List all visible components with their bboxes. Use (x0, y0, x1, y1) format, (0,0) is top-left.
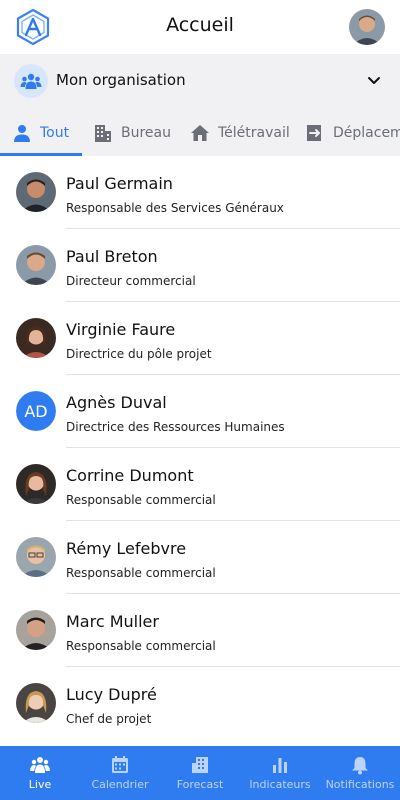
page-title: Accueil (166, 14, 234, 36)
person-role: Chef de projet (66, 712, 152, 726)
nav-item-calendrier[interactable]: Calendrier (80, 746, 160, 800)
person-icon (14, 125, 30, 142)
tab-label: Tout (40, 125, 70, 141)
bar-chart-icon (273, 758, 287, 773)
nav-item-forecast[interactable]: Forecast (160, 746, 240, 800)
nav-label: Forecast (176, 778, 224, 791)
person-name: Agnès Duval (66, 393, 167, 412)
forecast-icon (192, 757, 208, 773)
organisation-icon (14, 64, 48, 98)
nav-item-notifications[interactable]: Notifications (320, 746, 400, 800)
avatar (16, 464, 56, 504)
person-name: Virginie Faure (66, 320, 176, 339)
person-role: Responsable commercial (66, 566, 216, 580)
avatar (16, 537, 56, 577)
person-role: Directrice des Ressources Humaines (66, 420, 285, 434)
calendar-icon (112, 756, 128, 773)
person-name: Rémy Lefebvre (66, 539, 187, 558)
people-icon (30, 757, 50, 773)
user-avatar[interactable] (349, 9, 385, 45)
top-bar: Accueil (0, 0, 400, 54)
list-item[interactable]: Marc Muller Responsable commercial (0, 594, 400, 667)
person-name: Paul Germain (66, 174, 173, 193)
bell-icon (352, 757, 368, 775)
person-role: Responsable des Services Généraux (66, 201, 284, 215)
person-name: Paul Breton (66, 247, 158, 266)
person-role: Responsable commercial (66, 493, 216, 507)
tab-bureau[interactable]: Bureau (93, 110, 171, 156)
tab-label: Déplacement (333, 125, 400, 141)
list-item[interactable]: Paul Germain Responsable des Services Gé… (0, 156, 400, 229)
chevron-down-icon[interactable] (366, 72, 382, 88)
person-name: Marc Muller (66, 612, 159, 631)
avatar (16, 318, 56, 358)
nav-label: Indicateurs (249, 778, 311, 791)
people-list: Paul Germain Responsable des Services Gé… (0, 156, 400, 746)
list-item[interactable]: Lucy Dupré Chef de projet (0, 667, 400, 740)
tab-label: Bureau (121, 125, 171, 141)
avatar (16, 683, 56, 723)
list-item[interactable]: Rémy Lefebvre Responsable commercial (0, 521, 400, 594)
nav-label: Calendrier (91, 778, 149, 791)
person-name: Lucy Dupré (66, 685, 157, 704)
organisation-label: Mon organisation (56, 71, 186, 89)
tab-teletravail[interactable]: Télétravail (190, 110, 290, 156)
organisation-selector[interactable]: Mon organisation (0, 54, 400, 110)
nav-label: Notifications (325, 778, 395, 791)
nav-item-live[interactable]: Live (0, 746, 80, 800)
home-icon (191, 125, 209, 141)
person-role: Directrice du pôle projet (66, 347, 212, 361)
person-name: Corrine Dumont (66, 466, 194, 485)
nav-label: Live (28, 778, 52, 791)
list-item[interactable]: Virginie Faure Directrice du pôle projet (0, 302, 400, 375)
bottom-navigation: Live Calendrier Forecast Indicateurs Not… (0, 746, 400, 800)
building-icon (95, 125, 111, 142)
avatar: AD (16, 391, 56, 431)
tab-label: Télétravail (218, 125, 290, 141)
list-item[interactable]: Paul Breton Directeur commercial (0, 229, 400, 302)
filter-tabs: Tout Bureau Télétravail Déplacement (0, 110, 400, 156)
person-role: Directeur commercial (66, 274, 196, 288)
tab-tout[interactable]: Tout (12, 110, 69, 156)
nav-item-indicateurs[interactable]: Indicateurs (240, 746, 320, 800)
avatar (16, 245, 56, 285)
tab-deplacement[interactable]: Déplacement (305, 110, 400, 156)
person-role: Responsable commercial (66, 639, 216, 653)
exit-icon (307, 125, 321, 141)
avatar (16, 610, 56, 650)
list-item[interactable]: AD Agnès Duval Directrice des Ressources… (0, 375, 400, 448)
list-item[interactable]: Corrine Dumont Responsable commercial (0, 448, 400, 521)
avatar (16, 172, 56, 212)
avatar-initials: AD (16, 391, 56, 431)
